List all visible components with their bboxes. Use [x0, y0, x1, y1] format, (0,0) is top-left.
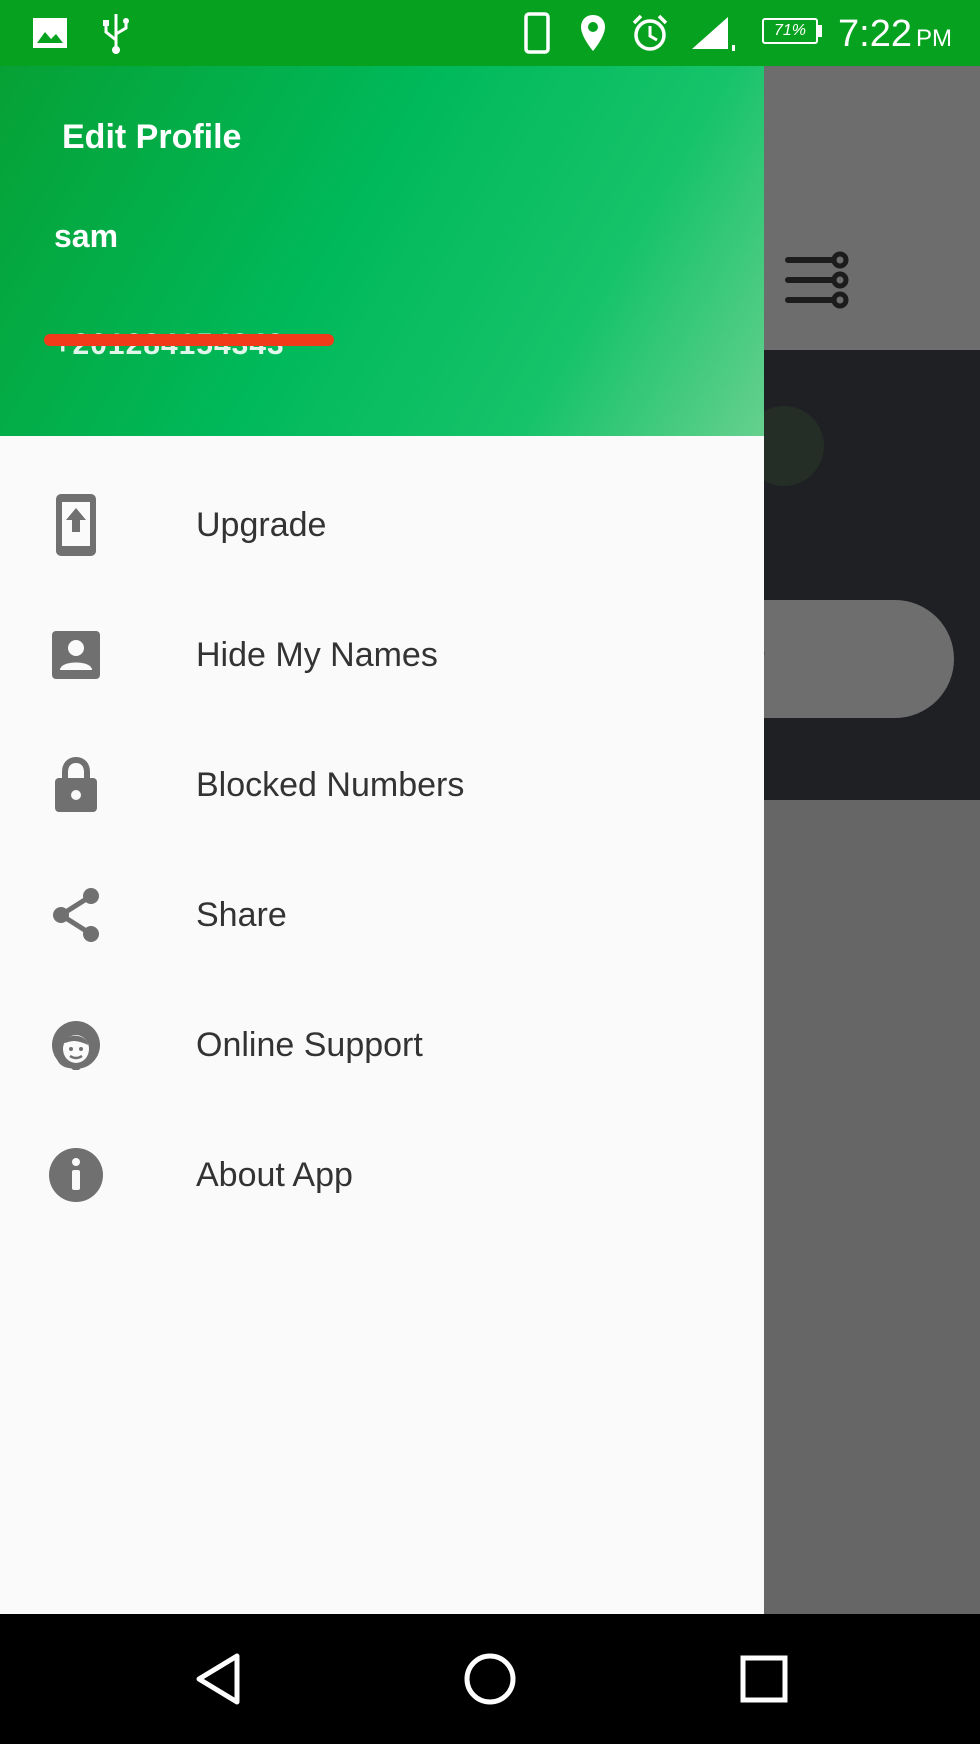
menu-item-online-support[interactable]: Online Support — [0, 980, 764, 1110]
background-app: r — [704, 66, 980, 1614]
image-icon — [30, 10, 70, 56]
share-icon — [44, 850, 108, 980]
user-name: sam — [54, 218, 119, 254]
menu-item-label: Share — [196, 896, 287, 934]
contact-icon — [44, 590, 108, 720]
tune-icon[interactable] — [784, 250, 850, 315]
menu-item-label: About App — [196, 1156, 353, 1194]
back-icon — [196, 1653, 240, 1705]
navigation-drawer: Edit Profile sam +201284154343 Upgrade H… — [0, 66, 764, 1614]
edit-profile-link[interactable]: Edit Profile — [62, 118, 241, 157]
menu-item-label: Online Support — [196, 1026, 423, 1064]
menu-item-share[interactable]: Share — [0, 850, 764, 980]
background-toolbar — [764, 66, 980, 350]
menu-item-blocked-numbers[interactable]: Blocked Numbers — [0, 720, 764, 850]
menu-item-hide-my-names[interactable]: Hide My Names — [0, 590, 764, 720]
menu-item-about-app[interactable]: About App — [0, 1110, 764, 1240]
menu-item-upgrade[interactable]: Upgrade — [0, 460, 764, 590]
background-panel: r — [704, 350, 980, 800]
clock-ampm: PM — [915, 25, 952, 52]
usb-icon — [98, 10, 134, 56]
support-icon — [44, 980, 108, 1110]
redaction-line — [44, 334, 334, 346]
recents-button[interactable] — [704, 1614, 824, 1744]
phone-icon — [520, 10, 554, 56]
battery-tip — [818, 25, 822, 37]
signal-icon — [688, 10, 740, 56]
drawer-header: Edit Profile sam +201284154343 — [0, 66, 764, 436]
battery-level: 71% — [762, 18, 818, 44]
menu-item-label: Upgrade — [196, 506, 327, 544]
clock-time: 7:22 — [838, 13, 912, 55]
recents-icon — [740, 1655, 788, 1703]
upgrade-icon — [44, 460, 108, 590]
back-button[interactable] — [158, 1614, 278, 1744]
info-icon — [44, 1110, 108, 1240]
status-bar: 71% 7:22 PM — [0, 0, 980, 66]
alarm-icon — [628, 10, 672, 56]
clock: 7:22 PM — [838, 12, 952, 61]
menu-item-label: Hide My Names — [196, 636, 438, 674]
home-icon — [464, 1653, 516, 1705]
home-button[interactable] — [430, 1614, 550, 1744]
lock-icon — [44, 720, 108, 850]
menu-item-label: Blocked Numbers — [196, 766, 465, 804]
navigation-bar — [0, 1614, 980, 1744]
location-icon — [576, 10, 610, 56]
